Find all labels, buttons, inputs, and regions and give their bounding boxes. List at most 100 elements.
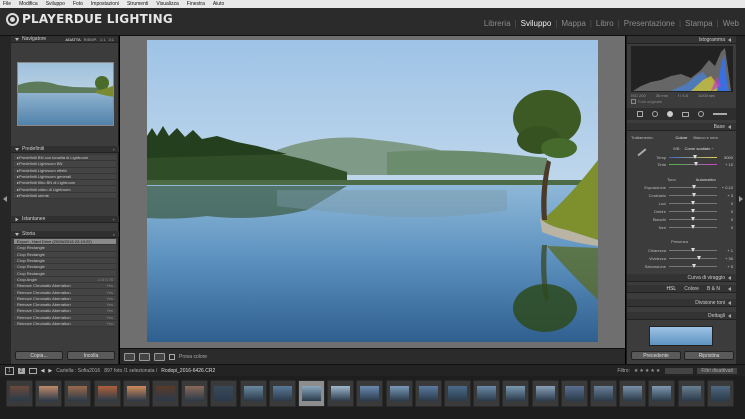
menu-strumenti[interactable]: Strumenti	[127, 1, 148, 7]
slider-track[interactable]	[669, 217, 717, 221]
module-libro[interactable]: Libro	[596, 19, 614, 28]
filter-dropdown[interactable]: Filtri disattivati	[697, 367, 737, 374]
slider-knob[interactable]	[691, 248, 696, 252]
slider-track[interactable]	[669, 193, 717, 197]
menu-modifica[interactable]: Modifica	[19, 1, 38, 7]
slider-value[interactable]: 0	[717, 217, 733, 222]
slider-knob[interactable]	[691, 201, 695, 205]
slider-track[interactable]	[669, 256, 717, 260]
filmstrip-thumbnail[interactable]	[210, 380, 238, 407]
wb-dropdown[interactable]: Come scattato ÷	[685, 146, 714, 151]
hsl-header[interactable]: HSL Colore B & N	[627, 285, 737, 293]
filmstrip-thumbnail[interactable]	[181, 380, 209, 407]
zoom-1-1[interactable]: 1:1	[100, 37, 106, 42]
filmstrip-thumbnail[interactable]	[473, 380, 501, 407]
wb-row[interactable]: WB: Come scattato ÷	[627, 145, 737, 152]
history-item[interactable]: Remove Chromatic Aberration Yes	[14, 320, 116, 328]
zoom-fit[interactable]: ADATTA	[65, 37, 80, 42]
module-web[interactable]: Web	[723, 19, 739, 28]
slider-luci[interactable]: Luci 0	[627, 200, 737, 207]
original-photo-row[interactable]: Foto originale	[627, 98, 737, 105]
collapse-right-icon[interactable]	[739, 196, 743, 202]
slider-track[interactable]	[669, 162, 717, 166]
filmstrip-thumbnail[interactable]	[677, 380, 705, 407]
previous-button[interactable]: Precedente	[631, 351, 681, 360]
split-tone-header[interactable]: Divisione toni	[627, 299, 737, 307]
menu-visualizza[interactable]: Visualizza	[156, 1, 178, 7]
module-presentazione[interactable]: Presentazione	[624, 19, 675, 28]
filmstrip-thumbnail[interactable]	[6, 380, 33, 407]
main-photo[interactable]	[147, 40, 598, 342]
soft-proof-checkbox[interactable]	[169, 353, 175, 360]
filmstrip-thumbnail[interactable]	[152, 380, 179, 407]
menu-sviluppo[interactable]: Sviluppo	[46, 1, 65, 7]
module-libreria[interactable]: Libreria	[484, 19, 511, 28]
slider-value[interactable]: 0	[717, 225, 733, 230]
slider-saturazione[interactable]: Saturazione + 5	[627, 263, 737, 270]
slider-knob[interactable]	[694, 162, 698, 166]
filmstrip-thumbnail[interactable]	[590, 380, 617, 407]
slider-track[interactable]	[669, 264, 717, 268]
module-mappa[interactable]: Mappa	[561, 19, 585, 28]
menu-impostazioni[interactable]: Impostazioni	[91, 1, 119, 7]
slider-value[interactable]: + 30	[717, 256, 733, 261]
page-2-button[interactable]: 2	[17, 367, 25, 374]
preset-folder[interactable]: ▸ Predefiniti utente	[14, 192, 116, 200]
slider-track[interactable]	[669, 185, 717, 189]
slider-value[interactable]: + 0,10	[717, 185, 733, 190]
slider-value[interactable]: 0	[717, 201, 733, 206]
zoom-3-1[interactable]: 3:1	[108, 37, 114, 42]
slider-value[interactable]: + 10	[717, 162, 733, 167]
detail-preview[interactable]	[649, 326, 713, 346]
slider-neri[interactable]: Neri 0	[627, 224, 737, 231]
filmstrip-thumbnail[interactable]	[268, 380, 296, 407]
slider-ombre[interactable]: Ombre 0	[627, 208, 737, 215]
slider-knob[interactable]	[696, 256, 701, 260]
presets-header[interactable]: Predefiniti +	[11, 146, 119, 153]
tone-curve-header[interactable]: Curva di viraggio	[627, 274, 737, 282]
filmstrip-thumbnail[interactable]	[298, 380, 325, 407]
treatment-bw[interactable]: Bianco e nero	[693, 135, 718, 140]
grid-view-icon[interactable]	[28, 367, 37, 374]
histogram-header[interactable]: Istogramma	[627, 36, 737, 44]
filmstrip-thumbnail[interactable]	[356, 380, 384, 407]
prev-arrow-icon[interactable]: ◀	[41, 368, 45, 374]
filmstrip-thumbnail[interactable]	[619, 380, 647, 407]
slider-knob[interactable]	[691, 185, 696, 189]
slider-knob[interactable]	[691, 264, 696, 268]
color-tab[interactable]: Colore	[684, 286, 699, 292]
filmstrip-thumbnail[interactable]	[35, 380, 63, 407]
slider-track[interactable]	[669, 248, 717, 252]
slider-value[interactable]: + 5	[717, 264, 733, 269]
treatment-color[interactable]: Colore	[676, 135, 688, 140]
filmstrip-thumbnail[interactable]	[414, 380, 442, 407]
menu-aiuto[interactable]: Aiuto	[213, 1, 224, 7]
slider-value[interactable]: + 1	[717, 248, 733, 253]
original-photo-checkbox[interactable]	[631, 99, 636, 104]
slider-knob[interactable]	[691, 217, 695, 221]
filmstrip-thumbnail[interactable]	[502, 380, 530, 407]
basic-header[interactable]: Base	[627, 123, 737, 131]
file-name[interactable]: Rodopi_2016-6426.CR2	[161, 368, 215, 374]
slider-bianchi[interactable]: Bianchi 0	[627, 216, 737, 223]
slider-track[interactable]	[669, 201, 717, 205]
slider-esposizione[interactable]: Esposizione + 0,10	[627, 184, 737, 191]
adjustment-brush-icon[interactable]	[712, 113, 727, 115]
histogram-chart[interactable]	[631, 46, 733, 92]
detail-header[interactable]: Dettagli	[627, 312, 737, 320]
copy-settings-button[interactable]: Copia...	[15, 351, 63, 360]
spot-removal-icon[interactable]	[652, 111, 659, 117]
navigator-preview[interactable]	[17, 62, 114, 126]
auto-tone-button[interactable]: Automatico	[696, 177, 716, 182]
slider-contrasto[interactable]: Contrasto + 3	[627, 192, 737, 199]
slider-knob[interactable]	[691, 209, 695, 213]
collapse-left-icon[interactable]	[3, 196, 7, 202]
history-header[interactable]: Storia ×	[11, 231, 119, 238]
filmstrip-thumbnail[interactable]	[706, 380, 734, 407]
menu-foto[interactable]: Foto	[73, 1, 83, 7]
right-panel-toggle-strip[interactable]	[736, 36, 745, 364]
tint-slider[interactable]: Tinta + 10	[627, 161, 737, 168]
radial-filter-icon[interactable]	[697, 111, 704, 117]
bw-tab[interactable]: B & N	[707, 286, 720, 292]
slider-chiarezza[interactable]: Chiarezza + 1	[627, 247, 737, 254]
